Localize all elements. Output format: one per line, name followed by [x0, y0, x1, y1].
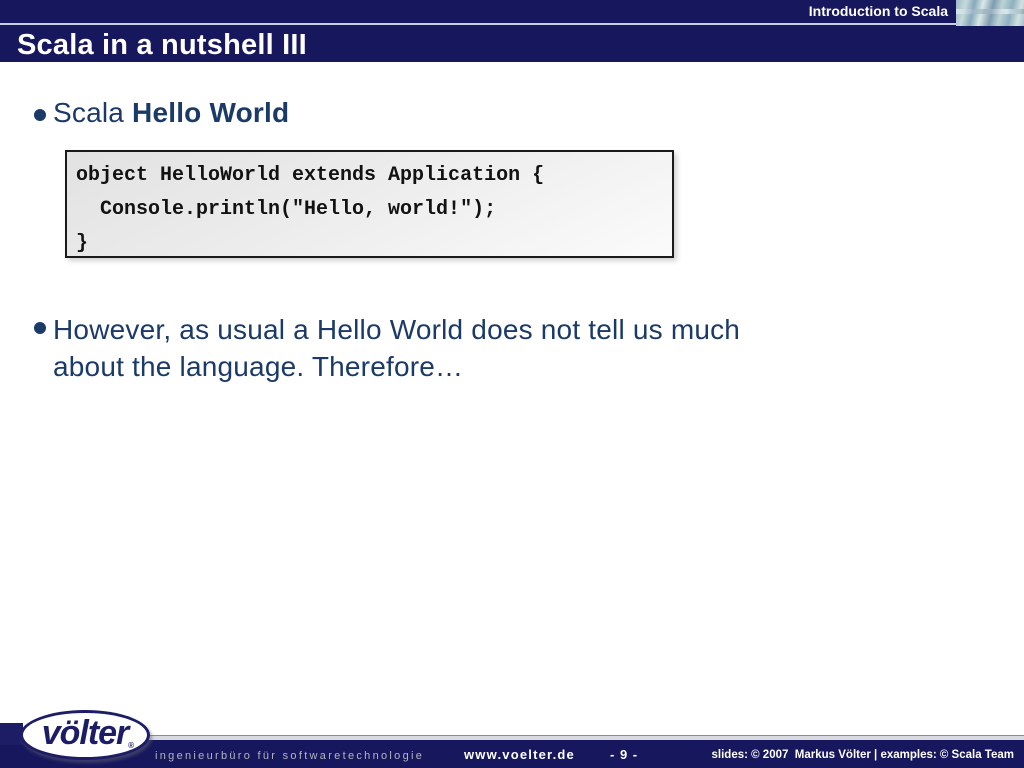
footer-tagline: ingenieurbüro für softwaretechnologie: [155, 750, 425, 762]
bullet1-lead-text: Scala: [53, 97, 133, 128]
bullet2-line2: about the language. Therefore…: [53, 351, 464, 382]
bullet-item-however: However, as usual a Hello World does not…: [53, 311, 740, 385]
bullet2-line1: However, as usual a Hello World does not…: [53, 314, 741, 345]
page-number: - 9 -: [610, 747, 639, 762]
header-bar: Introduction to Scala Scala in a nutshel…: [0, 0, 1024, 62]
voelter-logo-text: völter: [41, 713, 130, 752]
code-snippet-box: object HelloWorld extends Application { …: [65, 150, 674, 258]
header-photo-thumbnail: [956, 0, 1024, 26]
bullet-icon: [34, 322, 46, 334]
footer-website-url: www.voelter.de: [464, 747, 575, 762]
presentation-context-label: Introduction to Scala: [808, 3, 948, 19]
footer-credits: slides: © 2007 Markus Völter | examples:…: [711, 749, 1014, 761]
slide-title: Scala in a nutshell III: [17, 29, 307, 61]
slide: Introduction to Scala Scala in a nutshel…: [0, 0, 1024, 768]
registered-trademark-icon: ®: [128, 741, 134, 750]
bullet1-emphasis-text: Hello World: [132, 97, 290, 128]
code-line: Console.println("Hello, world!");: [76, 198, 497, 221]
bullet-icon: [34, 109, 46, 121]
code-line: object HelloWorld extends Application {: [76, 164, 545, 187]
code-line: }: [76, 232, 89, 255]
bullet-item-hello-world: Scala Hello World: [53, 97, 289, 129]
voelter-logo: völter ®: [20, 710, 150, 760]
header-divider-line: [0, 23, 1024, 25]
